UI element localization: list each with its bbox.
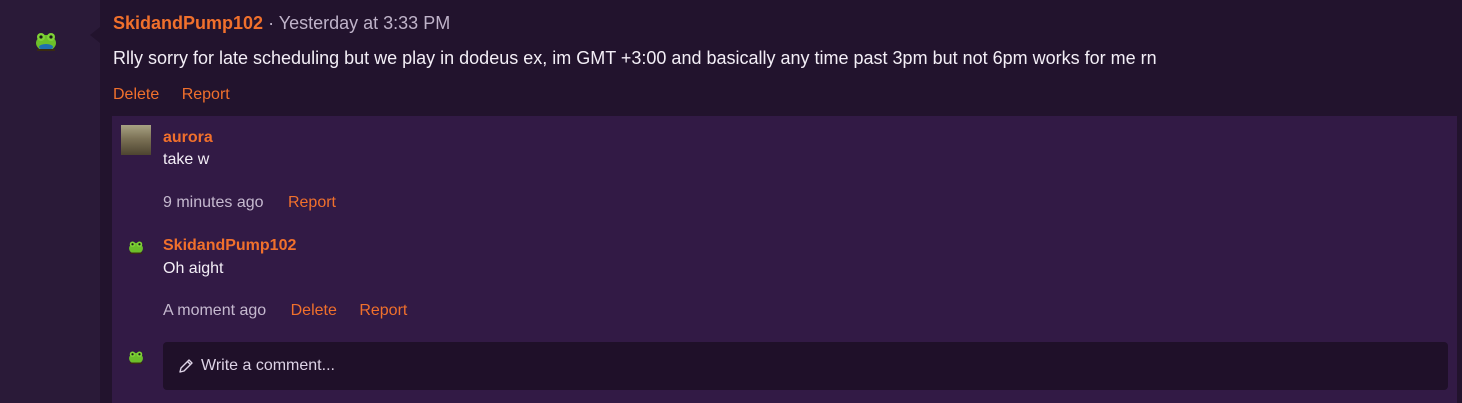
comment-meta: 9 minutes ago Report (163, 193, 354, 213)
comment-text: take w (163, 151, 210, 168)
pencil-icon (179, 359, 193, 373)
comment-time[interactable]: A moment ago (163, 302, 266, 319)
post-actions: Delete Report (113, 85, 248, 105)
post-username[interactable]: SkidandPump102 (113, 13, 263, 33)
comment-text: Oh aight (163, 260, 224, 277)
left-gutter (0, 0, 100, 403)
report-comment-button[interactable]: Report (359, 302, 407, 319)
aurora-avatar[interactable] (121, 125, 151, 155)
report-post-button[interactable]: Report (182, 86, 230, 103)
frog-avatar-icon[interactable] (127, 238, 145, 256)
comment-username[interactable]: SkidandPump102 (163, 236, 296, 256)
report-comment-button[interactable]: Report (288, 194, 336, 211)
delete-comment-button[interactable]: Delete (291, 302, 337, 319)
frog-avatar-icon (129, 351, 143, 364)
message-card: SkidandPump102 · Yesterday at 3:33 PM Rl… (100, 0, 1462, 403)
post-body: Rlly sorry for late scheduling but we pl… (113, 48, 1157, 68)
message-header: SkidandPump102 · Yesterday at 3:33 PM (113, 12, 450, 34)
frog-avatar-icon[interactable] (33, 28, 59, 54)
comment-username[interactable]: aurora (163, 128, 213, 148)
write-comment-input[interactable]: Write a comment... (163, 342, 1448, 390)
comment-meta: A moment ago Delete Report (163, 301, 425, 321)
post-timestamp[interactable]: Yesterday at 3:33 PM (279, 13, 450, 33)
delete-post-button[interactable]: Delete (113, 86, 159, 103)
comment-placeholder: Write a comment... (201, 357, 335, 374)
comments-section: aurora take w 9 minutes ago Report Skida… (112, 116, 1457, 403)
header-separator: · (268, 13, 275, 33)
comment-time[interactable]: 9 minutes ago (163, 194, 264, 211)
message-pointer (90, 27, 100, 43)
